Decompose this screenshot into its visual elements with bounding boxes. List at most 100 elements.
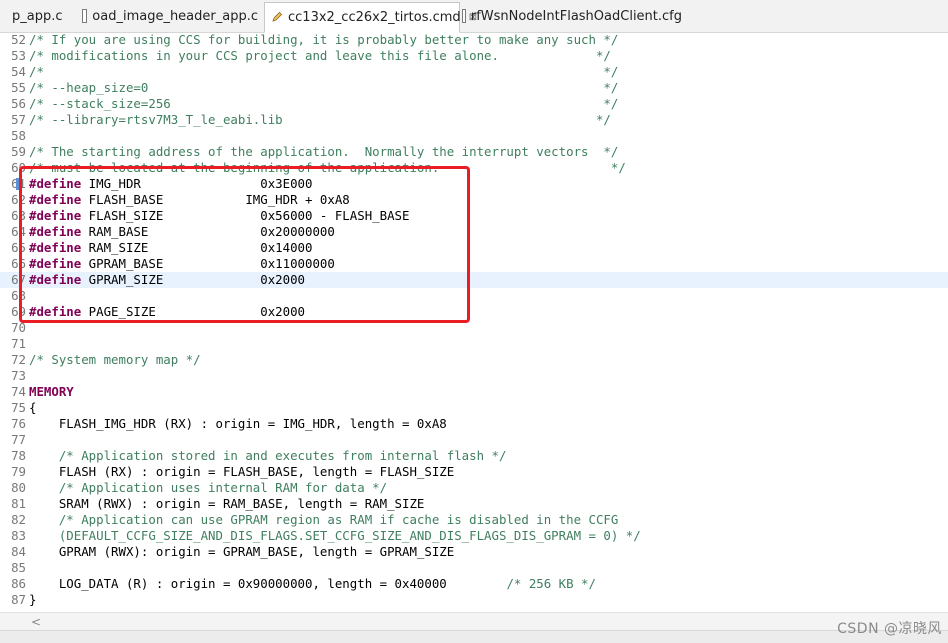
line-number: 80 bbox=[11, 480, 26, 495]
line-number: 73 bbox=[11, 368, 26, 383]
watermark: CSDN @凉晓风 bbox=[837, 621, 942, 637]
code-text: /* modifications in your CCS project and… bbox=[29, 48, 611, 64]
horizontal-scrollbar[interactable]: < bbox=[0, 612, 948, 631]
code-content: /* modifications in your CCS project and… bbox=[29, 48, 611, 63]
code-line[interactable]: 57/* --library=rtsv7M3_T_le_eabi.lib */ bbox=[0, 112, 948, 128]
code-content: /* If you are using CCS for building, it… bbox=[29, 32, 619, 47]
cfg-file-icon bbox=[462, 9, 466, 23]
line-number: 82 bbox=[11, 512, 26, 527]
code-text: MEMORY bbox=[29, 384, 74, 400]
code-text: (DEFAULT_CCFG_SIZE_AND_DIS_FLAGS.SET_CCF… bbox=[29, 528, 641, 544]
line-number: 56 bbox=[11, 96, 26, 111]
code-line[interactable]: 55/* --heap_size=0 */ bbox=[0, 80, 948, 96]
code-text: FLASH (RX) : origin = FLASH_BASE, length… bbox=[29, 464, 454, 480]
code-content: (DEFAULT_CCFG_SIZE_AND_DIS_FLAGS.SET_CCF… bbox=[29, 528, 641, 543]
line-number: 78 bbox=[11, 448, 26, 463]
code-line[interactable]: 85 bbox=[0, 560, 948, 576]
code-line[interactable]: 82 /* Application can use GPRAM region a… bbox=[0, 512, 948, 528]
code-content: SRAM (RWX) : origin = RAM_BASE, length =… bbox=[29, 496, 425, 511]
code-line[interactable]: 71 bbox=[0, 336, 948, 352]
line-number: 81 bbox=[11, 496, 26, 511]
tab-rfwsn-node-cfg[interactable]: rfWsnNodeIntFlashOadClient.cfg bbox=[462, 2, 682, 30]
code-content: FLASH_IMG_HDR (RX) : origin = IMG_HDR, l… bbox=[29, 416, 447, 431]
line-number: 85 bbox=[11, 560, 26, 575]
code-text: /* Application uses internal RAM for dat… bbox=[29, 480, 387, 496]
code-line[interactable]: 73 bbox=[0, 368, 948, 384]
code-line[interactable]: 59/* The starting address of the applica… bbox=[0, 144, 948, 160]
code-text: SRAM (RWX) : origin = RAM_BASE, length =… bbox=[29, 496, 425, 512]
code-line[interactable]: 54/* */ bbox=[0, 64, 948, 80]
code-line[interactable]: 72/* System memory map */ bbox=[0, 352, 948, 368]
line-number: 53 bbox=[11, 48, 26, 63]
code-text: /* --stack_size=256 */ bbox=[29, 96, 618, 112]
line-number: 76 bbox=[11, 416, 26, 431]
code-line[interactable]: 74 MEMORY bbox=[0, 384, 948, 400]
highlight-annotation-box bbox=[19, 166, 470, 323]
code-line[interactable]: 53/* modifications in your CCS project a… bbox=[0, 48, 948, 64]
status-bar bbox=[0, 630, 948, 643]
tab-cc13x2-cc26x2-tirtos-cmd[interactable]: cc13x2_cc26x2_tirtos.cmd ⊠ bbox=[264, 2, 477, 33]
code-content: /* The starting address of the applicati… bbox=[29, 144, 619, 159]
code-text: /* */ bbox=[29, 64, 618, 80]
tab-label: cc13x2_cc26x2_tirtos.cmd bbox=[288, 10, 461, 25]
code-content: /* */ bbox=[29, 64, 619, 79]
line-number: 71 bbox=[11, 336, 26, 351]
line-number: 58 bbox=[11, 128, 26, 143]
code-content: } bbox=[29, 592, 37, 607]
code-line[interactable]: 77 bbox=[0, 432, 948, 448]
code-line[interactable]: 52/* If you are using CCS for building, … bbox=[0, 32, 948, 48]
code-content: LOG_DATA (R) : origin = 0x90000000, leng… bbox=[29, 576, 507, 591]
line-number: 57 bbox=[11, 112, 26, 127]
line-number: 84 bbox=[11, 544, 26, 559]
tab-p-app[interactable]: p_app.c bbox=[0, 2, 76, 30]
line-number: 79 bbox=[11, 464, 26, 479]
code-line[interactable]: 83 (DEFAULT_CCFG_SIZE_AND_DIS_FLAGS.SET_… bbox=[0, 528, 948, 544]
line-number: 59 bbox=[11, 144, 26, 159]
code-line[interactable]: 79 FLASH (RX) : origin = FLASH_BASE, len… bbox=[0, 464, 948, 480]
c-file-icon bbox=[82, 9, 88, 23]
code-line[interactable]: 58 bbox=[0, 128, 948, 144]
line-number: 75 bbox=[11, 400, 26, 415]
line-number: 87 bbox=[11, 592, 26, 607]
code-text: /* If you are using CCS for building, it… bbox=[29, 32, 618, 48]
code-content: FLASH (RX) : origin = FLASH_BASE, length… bbox=[29, 464, 455, 479]
code-line[interactable]: 84 GPRAM (RWX): origin = GPRAM_BASE, len… bbox=[0, 544, 948, 560]
code-line[interactable]: 80 /* Application uses internal RAM for … bbox=[0, 480, 948, 496]
code-line[interactable]: 87} bbox=[0, 592, 948, 608]
code-content: /* Application uses internal RAM for dat… bbox=[29, 480, 388, 495]
code-text: /* The starting address of the applicati… bbox=[29, 144, 618, 160]
code-line[interactable]: 88 bbox=[0, 608, 948, 610]
code-text: /* Application can use GPRAM region as R… bbox=[29, 512, 619, 528]
pencil-edit-icon bbox=[271, 11, 283, 25]
code-text: /* System memory map */ bbox=[29, 352, 201, 368]
code-content: /* System memory map */ bbox=[29, 352, 201, 367]
tab-label: rfWsnNodeIntFlashOadClient.cfg bbox=[470, 8, 682, 24]
tab-oad-image-header-app[interactable]: oad_image_header_app.c bbox=[82, 2, 258, 30]
tab-label: p_app.c bbox=[12, 8, 63, 24]
code-text: GPRAM (RWX): origin = GPRAM_BASE, length… bbox=[29, 544, 454, 560]
code-line[interactable]: 75{ bbox=[0, 400, 948, 416]
code-line[interactable]: 86 LOG_DATA (R) : origin = 0x90000000, l… bbox=[0, 576, 948, 592]
code-content: /* --heap_size=0 */ bbox=[29, 80, 619, 95]
code-text: /* --library=rtsv7M3_T_le_eabi.lib */ bbox=[29, 112, 611, 128]
scroll-left-arrow-icon[interactable]: < bbox=[31, 615, 41, 629]
code-content: /* --library=rtsv7M3_T_le_eabi.lib */ bbox=[29, 112, 611, 127]
inline-comment: /* 256 KB */ bbox=[506, 576, 596, 591]
line-number: 55 bbox=[11, 80, 26, 95]
code-text: LOG_DATA (R) : origin = 0x90000000, leng… bbox=[29, 576, 596, 592]
code-line[interactable]: 78 /* Application stored in and executes… bbox=[0, 448, 948, 464]
editor-tab-bar: p_app.c oad_image_header_app.c cc13x2_cc… bbox=[0, 0, 948, 33]
line-number: 83 bbox=[11, 528, 26, 543]
code-line[interactable]: 56/* --stack_size=256 */ bbox=[0, 96, 948, 112]
code-line[interactable]: 76 FLASH_IMG_HDR (RX) : origin = IMG_HDR… bbox=[0, 416, 948, 432]
line-number: 52 bbox=[11, 32, 26, 47]
code-text: { bbox=[29, 400, 36, 416]
code-content: /* Application stored in and executes fr… bbox=[29, 448, 507, 463]
code-content: /* --stack_size=256 */ bbox=[29, 96, 619, 111]
code-content: { bbox=[29, 400, 37, 415]
line-number: 54 bbox=[11, 64, 26, 79]
code-text: /* Application stored in and executes fr… bbox=[29, 448, 507, 464]
line-number: 77 bbox=[11, 432, 26, 447]
line-number: 72 bbox=[11, 352, 26, 367]
code-line[interactable]: 81 SRAM (RWX) : origin = RAM_BASE, lengt… bbox=[0, 496, 948, 512]
